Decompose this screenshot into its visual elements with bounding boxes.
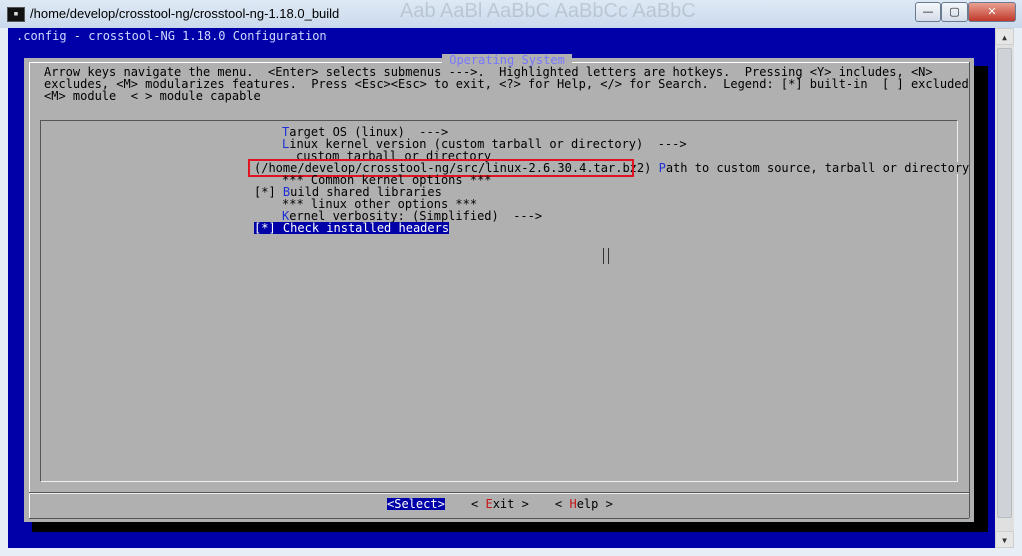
dialog-frame-right [969,62,970,518]
minimize-button[interactable]: — [915,2,941,22]
bracket: < [555,497,570,511]
vertical-scrollbar[interactable]: ▲ ▼ [995,28,1014,548]
close-button[interactable]: ✕ [968,2,1016,22]
checkbox-built-in: [*] [254,221,283,235]
bracket: > [514,497,529,511]
hotkey-letter: H [569,497,577,511]
background-window-ribbon: Aab AaBl AaBbC AaBbCc AaBbC [400,0,696,22]
menu-item-label: ath to custom source, tarball or directo… [665,161,970,175]
button-label: elp [576,497,599,511]
scroll-down-arrow-icon[interactable]: ▼ [995,531,1014,548]
window-title: /home/develop/crosstool-ng/crosstool-ng-… [30,6,340,21]
exit-button[interactable]: < Exit > [471,498,529,510]
text-cursor-icon [603,248,609,264]
button-label: xit [492,497,515,511]
dialog-frame-bottom [29,518,969,519]
dialog-frame-left [29,62,30,518]
select-button[interactable]: <Select> [387,498,445,510]
terminal-app-icon: ▪ [7,7,25,22]
checkbox-built-in: [*] [254,185,283,199]
hotkey-letter: P [658,161,666,175]
button-row-separator [29,492,969,493]
bracket: < [471,497,486,511]
menu-item-check-headers[interactable]: [*] Check installed headers [254,221,450,235]
scroll-up-arrow-icon[interactable]: ▲ [995,28,1014,45]
dialog-shadow-bottom [32,522,988,532]
scroll-thumb[interactable] [997,48,1012,518]
bracket: > [598,497,613,511]
maximize-button[interactable]: ▢ [941,2,968,22]
hotkey-letter: E [485,497,493,511]
dialog-shadow-right [974,66,988,524]
window-titlebar[interactable]: ▪ /home/develop/crosstool-ng/crosstool-n… [0,0,1022,28]
menu-item-label: heck installed headers [290,221,450,235]
config-header: .config - crosstool-NG 1.18.0 Configurat… [16,29,327,43]
help-button[interactable]: < Help > [555,498,613,510]
help-text-line-3: <M> module < > module capable [44,89,261,103]
